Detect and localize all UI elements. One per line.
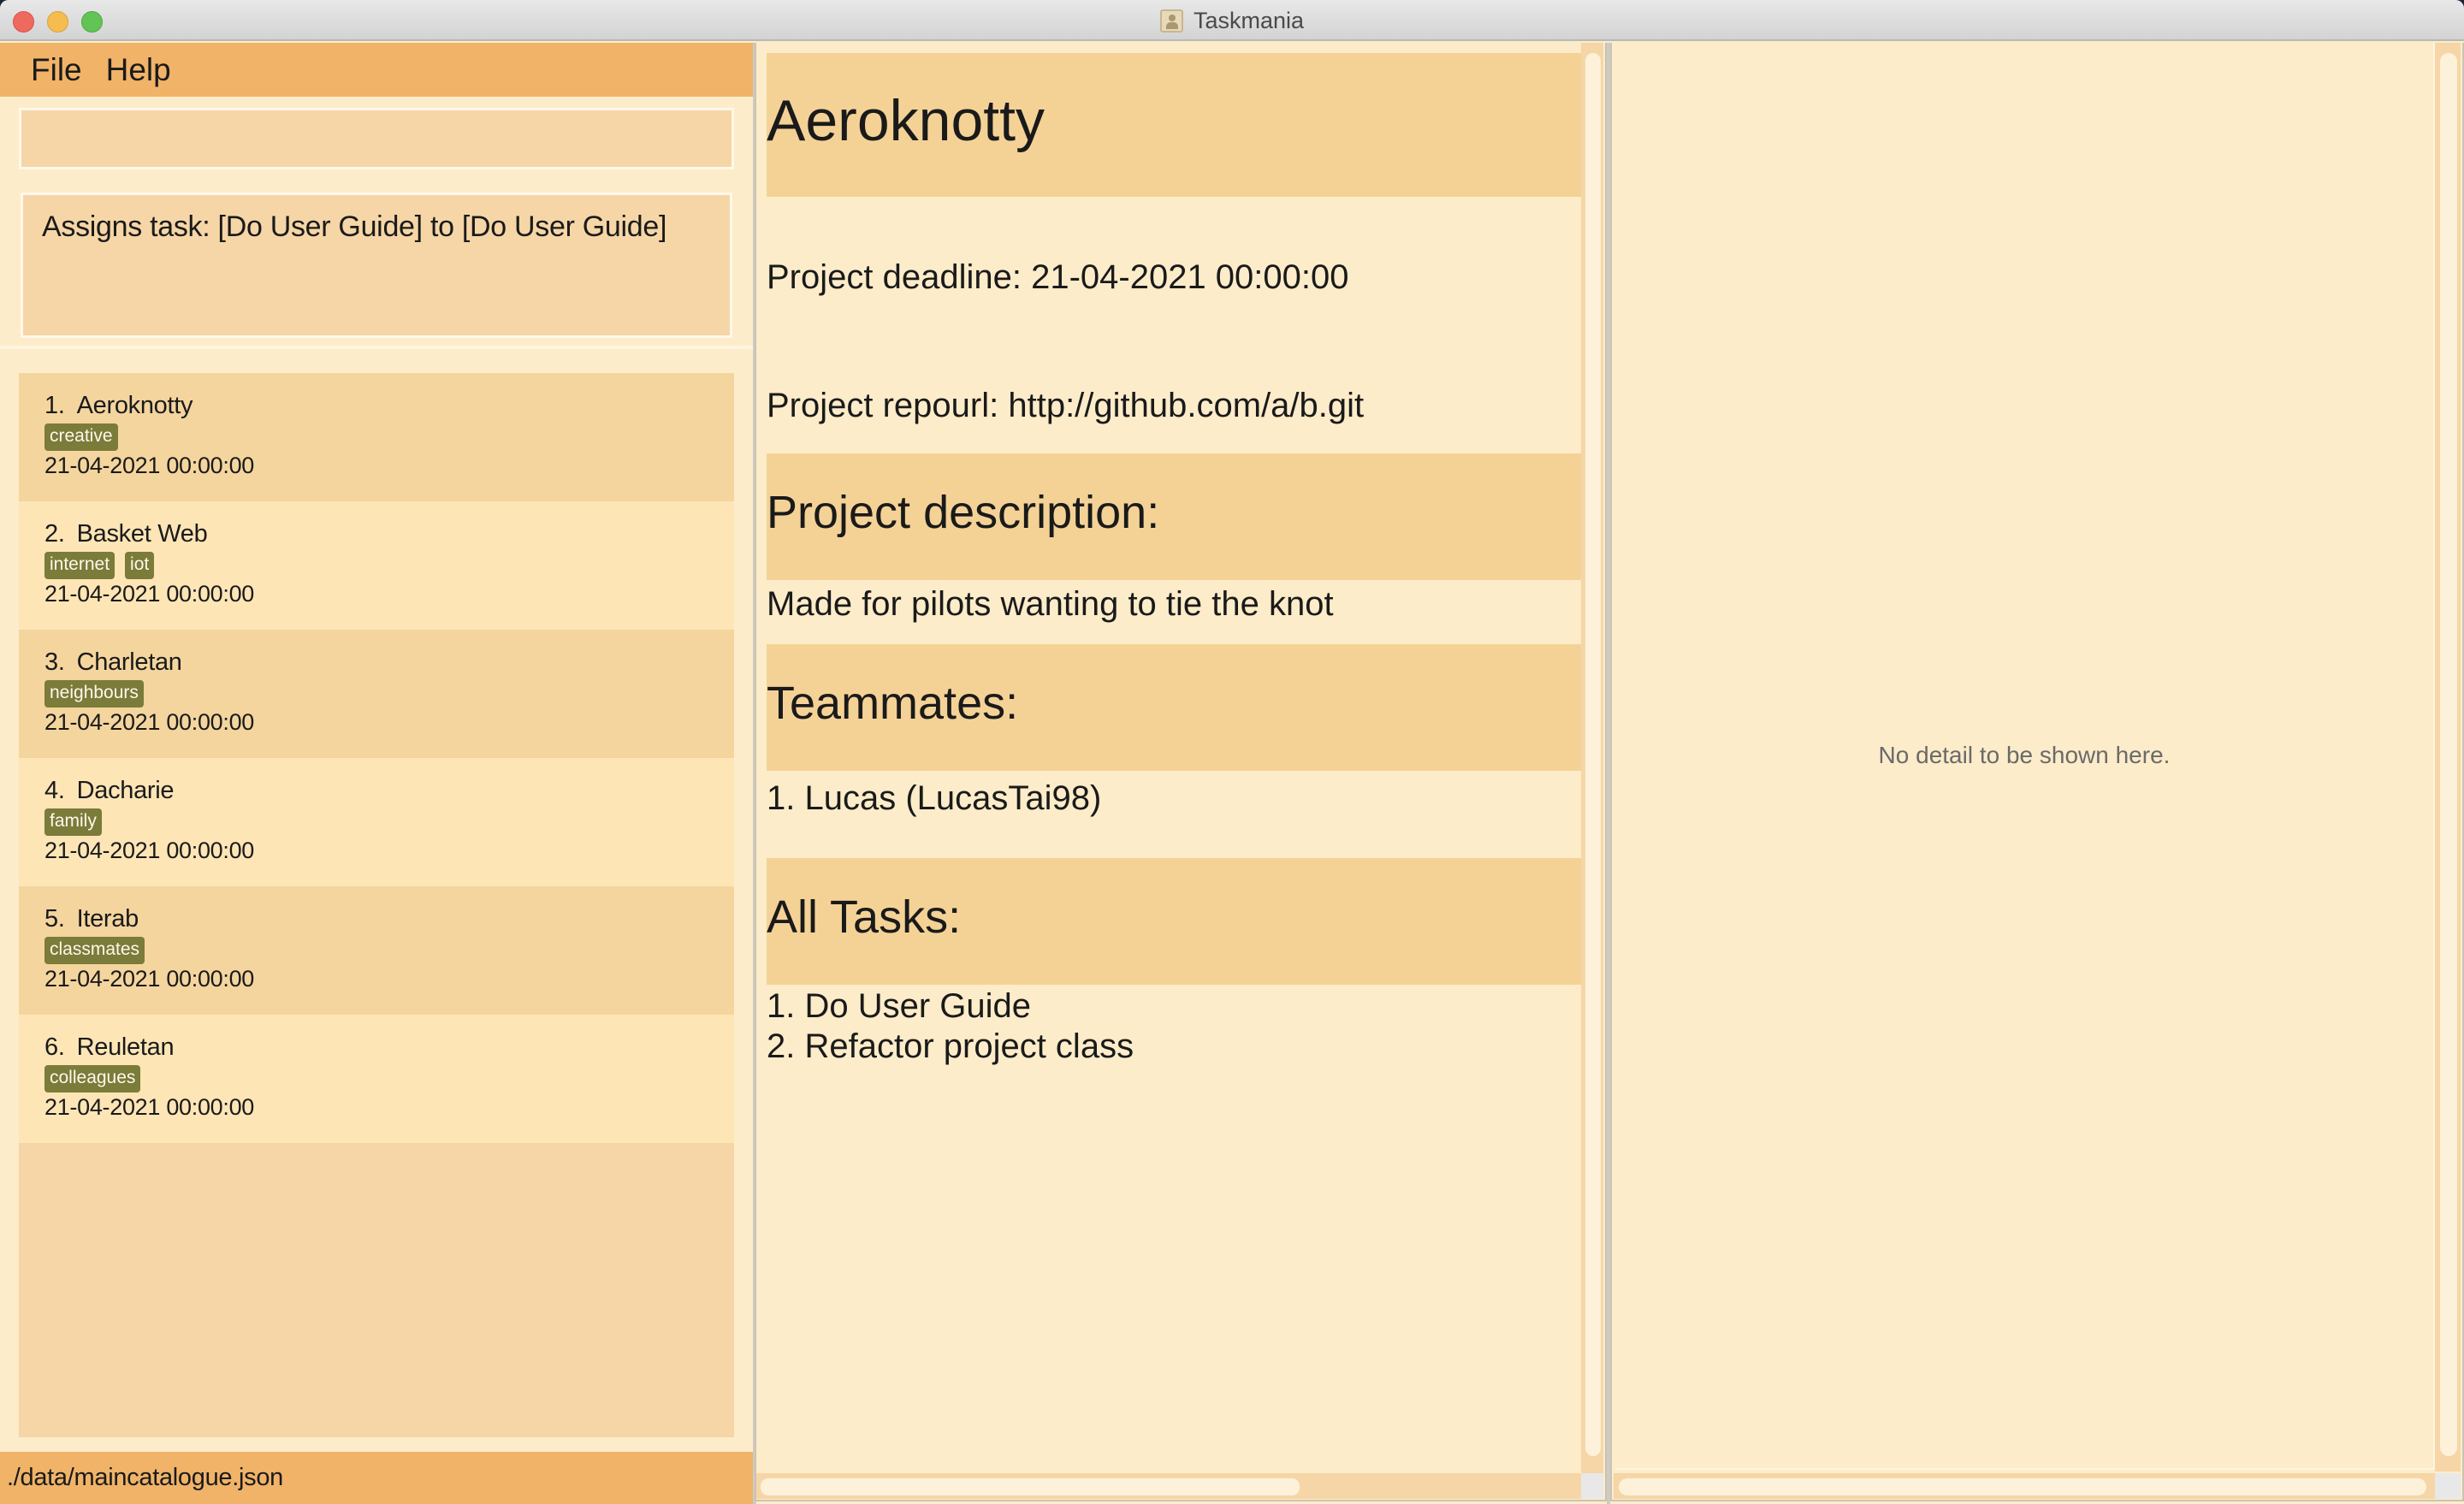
project-detail-panel: Aeroknotty Project deadline: 21-04-2021 … [755, 43, 1607, 1501]
project-list-item[interactable]: 5. Iterab classmates 21-04-2021 00:00:00 [19, 886, 734, 1015]
project-tag: iot [125, 552, 155, 579]
menu-bar: File Help [0, 43, 753, 97]
project-list[interactable]: 1. Aeroknotty creative 21-04-2021 00:00:00 2… [19, 373, 734, 1437]
project-list-item[interactable]: 1. Aeroknotty creative 21-04-2021 00:00:00 [19, 373, 734, 501]
project-name-line: 5. Iterab [44, 905, 708, 933]
detail-horizontal-scrollbar[interactable] [1614, 1473, 2435, 1499]
project-title: Aeroknotty [767, 53, 1581, 197]
command-input[interactable] [19, 108, 734, 169]
tasks-heading: All Tasks: [767, 858, 1581, 985]
project-deadline: 21-04-2021 00:00:00 [44, 709, 255, 735]
task-item[interactable]: 1. Do User Guide [767, 986, 1581, 1027]
project-repourl: Project repourl: http://github.com/a/b.g… [767, 387, 1365, 424]
project-tag: colleagues [44, 1065, 141, 1092]
project-detail-vertical-scrollbar[interactable] [1581, 43, 1603, 1480]
project-index: 6. [44, 1033, 65, 1061]
project-index: 3. [44, 648, 65, 676]
project-tags: internet iot [44, 552, 708, 579]
project-tags: family [44, 808, 708, 836]
menu-help[interactable]: Help [94, 52, 183, 88]
project-list-item[interactable]: 3. Charletan neighbours 21-04-2021 00:00:00 [19, 630, 734, 758]
project-name-line: 3. Charletan [44, 648, 708, 677]
project-list-item[interactable]: 6. Reuletan colleagues 21-04-2021 00:00:00 [19, 1015, 734, 1143]
project-deadline: 21-04-2021 00:00:00 [44, 966, 255, 992]
project-name: Iterab [76, 905, 139, 933]
scrollbar-thumb[interactable] [1585, 53, 1601, 1456]
project-name-line: 1. Aeroknotty [44, 392, 708, 420]
detail-vertical-scrollbar[interactable] [2435, 43, 2461, 1471]
project-name-line: 6. Reuletan [44, 1033, 708, 1062]
project-name-line: 4. Dacharie [44, 777, 708, 805]
project-index: 4. [44, 777, 65, 804]
project-tags: colleagues [44, 1065, 708, 1092]
project-deadline: 21-04-2021 00:00:00 [44, 581, 255, 607]
project-name-line: 2. Basket Web [44, 520, 708, 548]
project-tag: neighbours [44, 680, 144, 708]
description-heading: Project description: [767, 453, 1581, 580]
left-panel: File Help Assigns task: [Do User Guide] … [0, 43, 753, 1504]
project-list-item[interactable]: 4. Dacharie family 21-04-2021 00:00:00 [19, 758, 734, 886]
project-description: Made for pilots wanting to tie the knot [767, 585, 1334, 623]
scrollbar-corner [1581, 1473, 1603, 1499]
project-tags: classmates [44, 937, 708, 964]
project-index: 2. [44, 520, 65, 548]
scrollbar-thumb[interactable] [1619, 1478, 2426, 1495]
menu-file[interactable]: File [19, 52, 94, 88]
app-window: Taskmania File Help Assigns task: [Do Us… [0, 0, 2464, 1504]
scrollbar-thumb[interactable] [761, 1478, 1300, 1495]
contacts-book-icon [1159, 9, 1183, 33]
project-list-item[interactable]: 2. Basket Web internet iot 21-04-2021 00:00:… [19, 501, 734, 630]
project-tag: family [44, 808, 102, 836]
project-deadline: 21-04-2021 00:00:00 [44, 1094, 255, 1120]
project-name: Aeroknotty [76, 392, 193, 419]
project-tag: creative [44, 423, 118, 451]
scrollbar-thumb[interactable] [2440, 53, 2457, 1456]
project-index: 1. [44, 392, 65, 419]
empty-detail-message: No detail to be shown here. [1878, 742, 2171, 768]
project-tags: neighbours [44, 680, 708, 708]
project-name: Basket Web [76, 520, 208, 548]
project-deadline: Project deadline: 21-04-2021 00:00:00 [767, 258, 1349, 296]
teammates-heading: Teammates: [767, 644, 1581, 771]
detail-panel: No detail to be shown here. [1610, 43, 2464, 1501]
project-tags: creative [44, 423, 708, 451]
teammate-item[interactable]: 1. Lucas (LucasTai98) [767, 779, 1581, 818]
task-item[interactable]: 2. Refactor project class [767, 1027, 1581, 1067]
project-tag: classmates [44, 937, 145, 964]
project-detail-content: Aeroknotty Project deadline: 21-04-2021 … [767, 53, 1581, 1067]
window-title: Taskmania [1193, 7, 1305, 33]
result-display: Assigns task: [Do User Guide] to [Do Use… [21, 192, 732, 338]
title-bar: Taskmania [0, 0, 2464, 41]
tasks-list: 1. Do User Guide 2. Refactor project cla… [767, 985, 1581, 1067]
project-name: Charletan [76, 648, 182, 676]
project-deadline: 21-04-2021 00:00:00 [44, 838, 255, 863]
status-bar: ./data/maincatalogue.json [0, 1452, 753, 1504]
project-deadline: 21-04-2021 00:00:00 [44, 453, 255, 478]
project-name: Dacharie [76, 777, 175, 804]
project-detail-horizontal-scrollbar[interactable] [756, 1473, 1581, 1499]
teammates-list: 1. Lucas (LucasTai98) [767, 771, 1581, 858]
project-index: 5. [44, 905, 65, 933]
scrollbar-corner [2435, 1473, 2461, 1499]
save-file-path: ./data/maincatalogue.json [7, 1464, 283, 1491]
result-display-frame: Assigns task: [Do User Guide] to [Do Use… [10, 184, 743, 348]
project-list-frame: 1. Aeroknotty creative 21-04-2021 00:00:00 2… [0, 346, 753, 1449]
project-tag: internet [44, 552, 116, 579]
detail-panel-content: No detail to be shown here. [1615, 43, 2435, 1470]
project-name: Reuletan [76, 1033, 175, 1061]
